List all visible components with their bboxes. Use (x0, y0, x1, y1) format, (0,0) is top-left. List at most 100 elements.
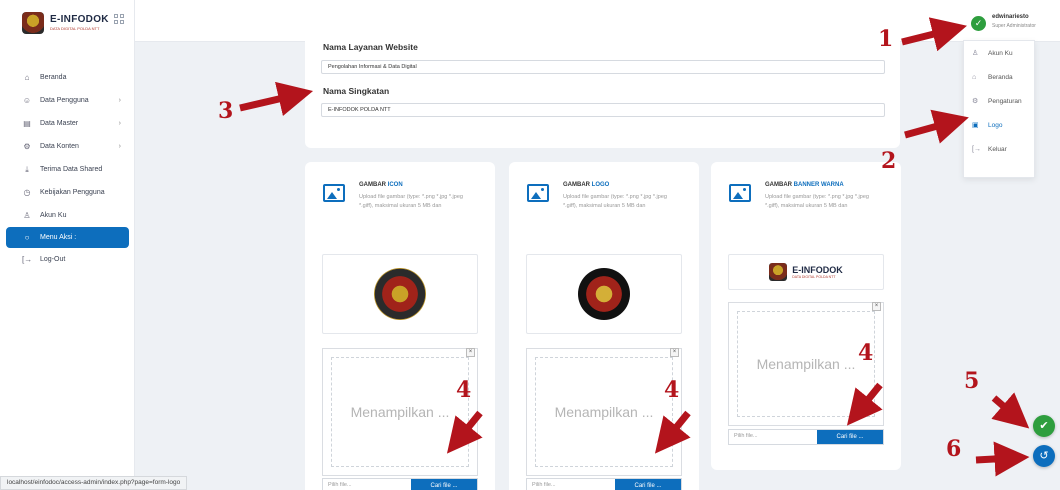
user-role: Super Administrator (992, 23, 1036, 29)
dropdown-item-pengaturan[interactable]: ⚙ Pengaturan (964, 89, 1034, 113)
banner-emblem (769, 263, 788, 281)
user-icon: ♙ (972, 50, 979, 57)
annotation-arrow-2 (904, 109, 969, 144)
dropdown-item-akun-ku[interactable]: ♙ Akun Ku (964, 41, 1034, 65)
annotation-arrow-5 (991, 392, 1030, 429)
browser-status-url: localhost/einfodoc/access-admin/index.ph… (0, 476, 188, 490)
sidebar-item-menu-aksi[interactable]: ○ Menu Aksi : (6, 227, 129, 248)
logo-emblem (22, 12, 44, 34)
sidebar-item-label: Menu Aksi : (40, 234, 77, 241)
home-icon: ⌂ (24, 73, 30, 82)
annotation-number: 4 (858, 340, 874, 366)
sidebar-item-kebijakan-pengguna[interactable]: ◷ Kebijakan Pengguna (0, 181, 135, 204)
image-icon (527, 184, 549, 202)
annotation-number: 1 (878, 26, 894, 52)
user-dropdown-menu: ♙ Akun Ku ⌂ Beranda ⚙ Pengaturan ▣ Logo … (963, 40, 1035, 178)
logo-title: E-INFODOK (50, 14, 109, 25)
reset-button[interactable]: ↺ (1033, 445, 1055, 467)
current-banner-preview: E-INFODOK DATA DIGITAL POLDA NTT (728, 254, 884, 290)
sidebar-item-label: Beranda (40, 74, 67, 81)
upload-preview-box: Menampilkan ... (322, 348, 478, 476)
banner-subtitle: DATA DIGITAL POLDA NTT (792, 275, 836, 279)
sidebar-item-label: Data Pengguna (40, 97, 89, 104)
sidebar-item-data-master[interactable]: ▤ Data Master › (0, 112, 135, 135)
save-button[interactable]: ✔ (1033, 415, 1055, 437)
close-icon[interactable]: × (670, 348, 679, 357)
dropdown-item-keluar[interactable]: [→ Keluar (964, 137, 1034, 161)
card-description: Upload file gambar (type: *.png *.jpg *.… (563, 194, 667, 209)
dropdown-item-beranda[interactable]: ⌂ Beranda (964, 65, 1034, 89)
short-name-input[interactable]: E-INFODOK POLDA NTT (321, 103, 885, 117)
apps-grid-icon[interactable] (114, 14, 124, 24)
annotation-number: 5 (964, 368, 980, 394)
file-input-row[interactable]: Pilih file... Cari file ... (526, 478, 682, 490)
logo-subtitle: DATA DIGITAL POLDA NTT (50, 26, 100, 31)
logo-upload-card: GAMBAR LOGO Upload file gambar (type: *.… (509, 162, 699, 490)
close-icon[interactable]: × (872, 302, 881, 311)
download-icon: ⤓ (25, 164, 29, 174)
service-name-input[interactable]: Pengolahan Informasi & Data Digital (321, 60, 885, 74)
chevron-right-icon: › (118, 120, 121, 127)
gear-icon: ⚙ (972, 98, 979, 105)
chevron-right-icon: › (118, 143, 121, 150)
browse-file-button[interactable]: Cari file ... (817, 430, 883, 444)
browse-file-button[interactable]: Cari file ... (615, 479, 681, 490)
banner-image: E-INFODOK DATA DIGITAL POLDA NTT (769, 263, 843, 281)
dropdown-item-label: Beranda (988, 73, 1013, 81)
card-title: GAMBAR BANNER WARNA (765, 182, 844, 188)
card-title: GAMBAR LOGO (563, 182, 610, 188)
file-input-row[interactable]: Pilih file... Cari file ... (728, 429, 884, 445)
file-input-placeholder: Pilih file... (734, 433, 758, 439)
image-icon: ▣ (972, 122, 979, 129)
file-input-row[interactable]: Pilih file... Cari file ... (322, 478, 478, 490)
sidebar-item-data-pengguna[interactable]: ☺ Data Pengguna › (0, 89, 135, 112)
users-icon: ☺ (22, 96, 32, 105)
annotation-number: 4 (456, 377, 472, 403)
sidebar-item-label: Terima Data Shared (40, 166, 103, 173)
annotation-number: 3 (218, 98, 234, 124)
logout-icon: [→ (972, 145, 981, 153)
current-logo-preview (526, 254, 682, 334)
polda-emblem-image (374, 268, 426, 320)
user-icon: ♙ (23, 211, 31, 220)
upload-preview-box: Menampilkan ... (526, 348, 682, 476)
annotation-arrow-6 (975, 441, 1030, 477)
gear-icon: ⚙ (23, 142, 31, 151)
sidebar-item-data-konten[interactable]: ⚙ Data Konten › (0, 135, 135, 158)
file-input-placeholder: Pilih file... (532, 482, 556, 488)
dropdown-item-label: Keluar (988, 145, 1007, 153)
user-name[interactable]: edwinariesto (992, 14, 1029, 20)
logout-icon: [→ (22, 255, 33, 264)
image-icon (729, 184, 751, 202)
annotation-number: 4 (664, 377, 680, 403)
app-logo[interactable]: E-INFODOK DATA DIGITAL POLDA NTT (22, 12, 109, 34)
dropdown-item-label: Akun Ku (988, 49, 1013, 57)
undo-icon: ↺ (1039, 450, 1049, 462)
polda-logo-image (578, 268, 630, 320)
dropdown-item-label: Pengaturan (988, 97, 1022, 105)
upload-preview-placeholder: Menampilkan ... (535, 357, 673, 467)
sidebar-item-log-out[interactable]: [→ Log-Out (0, 248, 135, 271)
short-name-label: Nama Singkatan (323, 86, 390, 96)
close-icon[interactable]: × (466, 348, 475, 357)
upload-preview-placeholder: Menampilkan ... (331, 357, 469, 467)
action-icon: ○ (24, 233, 30, 242)
sidebar-item-terima-data-shared[interactable]: ⤓ Terima Data Shared (0, 158, 135, 181)
annotation-arrow-3 (239, 81, 314, 117)
icon-upload-card: GAMBAR ICON Upload file gambar (type: *.… (305, 162, 495, 490)
chevron-right-icon: › (118, 97, 121, 104)
sidebar-item-beranda[interactable]: ⌂ Beranda (0, 66, 135, 89)
service-name-label: Nama Layanan Website (323, 42, 418, 52)
sidebar-item-akun-ku[interactable]: ♙ Akun Ku (0, 204, 135, 227)
sidebar-item-label: Log-Out (40, 256, 66, 263)
policy-icon: ◷ (23, 188, 31, 197)
sidebar-item-label: Kebijakan Pengguna (40, 189, 105, 196)
browse-file-button[interactable]: Cari file ... (411, 479, 477, 490)
annotation-number: 2 (881, 148, 897, 174)
dropdown-item-label: Logo (988, 121, 1003, 129)
database-icon: ▤ (23, 119, 31, 128)
user-avatar[interactable]: ✓ (971, 16, 986, 31)
annotation-number: 6 (946, 436, 962, 462)
dropdown-item-logo[interactable]: ▣ Logo (964, 113, 1034, 137)
banner-title: E-INFODOK (792, 265, 843, 275)
